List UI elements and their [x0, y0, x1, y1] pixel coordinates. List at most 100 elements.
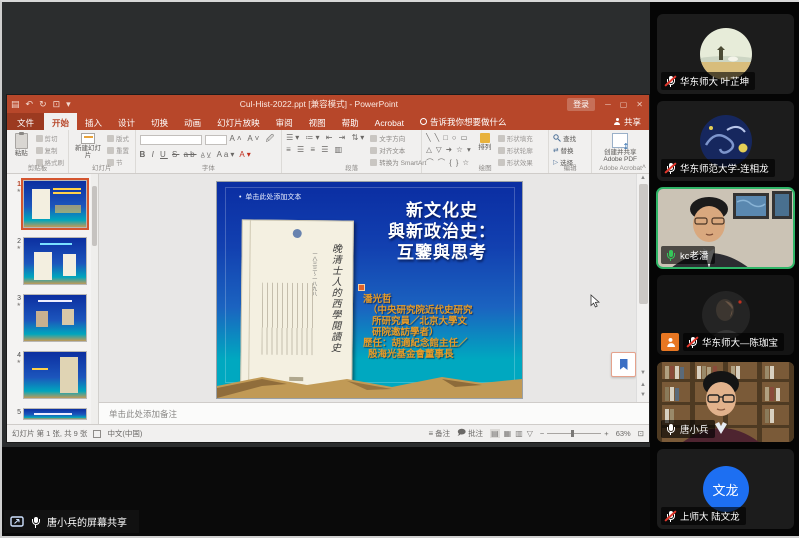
spellcheck-icon[interactable] — [93, 430, 101, 438]
create-pdf-button[interactable]: 创建并共享 Adobe PDF — [596, 133, 644, 163]
prev-next-slide-buttons[interactable]: ▲▼ — [637, 380, 649, 400]
zoom-knob[interactable] — [571, 430, 574, 437]
restore-button[interactable]: ▢ — [620, 100, 628, 109]
participant-tile[interactable]: 华东师大—陈珈宝 — [657, 275, 794, 355]
slideshow-view-icon[interactable]: ▽ — [527, 429, 533, 438]
notes-toggle-button[interactable]: ≡备注 — [429, 428, 451, 439]
group-label-acrobat: Adobe Acrobat — [592, 165, 649, 172]
participant-tile-speaking[interactable]: kc老潘 — [657, 188, 794, 268]
paragraph-controls: ☰▾ ≔▾ ⇤ ⇥ ⇅▾ ≡ ☰ ≡ ☰ ▥ — [286, 133, 366, 163]
slide-thumbnail[interactable] — [23, 408, 87, 420]
person-icon — [614, 118, 621, 125]
thumbnail-scrollbar[interactable] — [91, 174, 98, 424]
new-slide-button[interactable]: 新建幻灯片 — [73, 133, 103, 163]
slide-thumbnail[interactable] — [23, 237, 87, 285]
bookmark-icon — [620, 359, 628, 370]
zoom-percentage[interactable]: 63% — [616, 429, 631, 438]
slide-body-text[interactable]: 潘光哲 （中央研究院近代史研究 所研究員／北京大學文 研院邀訪學者） 歷任：胡適… — [363, 294, 521, 360]
normal-view-icon[interactable]: ▤ — [490, 429, 500, 438]
tab-file[interactable]: 文件 — [7, 113, 44, 130]
font-controls: A˄ A˅ 🖉 B I U S ab A̲V̲ Aa▾ A▾ — [140, 133, 277, 163]
paste-icon — [15, 133, 28, 149]
grow-shrink-font-buttons[interactable]: A˄ A˅ 🖉 — [230, 133, 277, 147]
share-button[interactable]: 共享 — [606, 113, 649, 130]
text-direction-button[interactable]: 文字方向 — [370, 133, 426, 143]
language-indicator[interactable]: 中文(中国) — [107, 428, 142, 439]
font-style-buttons[interactable]: B I U S ab A̲V̲ Aa▾ — [140, 150, 237, 159]
thumb-art — [38, 300, 72, 302]
shape-fill-button[interactable]: 形状填充 — [498, 133, 533, 143]
slide-1[interactable]: • 单击此处添加文本 晚清士人的西學閱讀史 一八三三～一八九八 新文化史 與新政… — [217, 182, 522, 398]
font-name-box[interactable] — [140, 135, 202, 145]
comments-toggle-button[interactable]: 🗩批注 — [457, 427, 483, 441]
animation-star-icon: ★ — [9, 245, 21, 251]
tab-transitions[interactable]: 切换 — [143, 113, 176, 130]
save-icon[interactable]: ▤ — [11, 99, 20, 110]
tab-acrobat[interactable]: Acrobat — [367, 113, 412, 130]
sign-in-button[interactable]: 登录 — [567, 98, 595, 111]
slideshow-icon[interactable]: ⊡ — [53, 99, 61, 110]
replace-button[interactable]: ⇄替换 — [553, 145, 576, 155]
zoom-in-icon[interactable]: + — [604, 429, 608, 438]
fit-to-window-icon[interactable]: ⊡ — [638, 429, 644, 438]
paste-button[interactable]: 粘贴 — [11, 133, 32, 163]
tab-design[interactable]: 设计 — [110, 113, 143, 130]
undo-icon[interactable]: ↶ — [26, 99, 34, 110]
layout-button[interactable]: 版式 — [107, 133, 129, 143]
canvas-scrollbar[interactable]: ▲ ▼ ▲▼ — [636, 174, 649, 402]
slide-thumbnail[interactable] — [23, 351, 87, 399]
slide-thumbnail[interactable] — [23, 180, 87, 228]
font-size-box[interactable] — [205, 135, 227, 145]
zoom-track[interactable] — [547, 433, 601, 434]
new-slide-label: 新建幻灯片 — [73, 145, 103, 159]
bookmark-popup-button[interactable] — [611, 352, 636, 377]
tab-insert[interactable]: 插入 — [77, 113, 110, 130]
group-acrobat: 创建并共享 Adobe PDF Adobe Acrobat — [592, 130, 649, 173]
tab-view[interactable]: 视图 — [301, 113, 334, 130]
title-line: 新文化史 — [367, 200, 517, 221]
redo-icon[interactable]: ↻ — [39, 99, 47, 110]
scrollbar-thumb[interactable] — [639, 184, 648, 304]
shapes-gallery[interactable]: ╲ ╲ □ ○ ▭ △ ▽ ➜ ☆ ▾ ⌒ ⌒ { } ☆ — [426, 133, 472, 163]
minimize-button[interactable]: ─ — [605, 100, 611, 109]
tab-review[interactable]: 审阅 — [268, 113, 301, 130]
participant-tile[interactable]: 文龙 上师大 陆文龙 — [657, 449, 794, 529]
slide-thumbnail[interactable] — [23, 294, 87, 342]
zoom-out-icon[interactable]: − — [540, 429, 544, 438]
participant-nameplate: 华东师大 叶芷坤 — [661, 72, 755, 90]
scroll-up-icon[interactable]: ▲ — [637, 175, 649, 181]
reading-view-icon[interactable]: ▥ — [515, 429, 523, 438]
slide-canvas: • 单击此处添加文本 晚清士人的西學閱讀史 一八三三～一八九八 新文化史 與新政… — [99, 174, 649, 424]
tab-slideshow[interactable]: 幻灯片放映 — [209, 113, 268, 130]
participant-tile[interactable]: 唐小兵 — [657, 362, 794, 442]
tab-home[interactable]: 开始 — [44, 113, 77, 130]
tab-animations[interactable]: 动画 — [176, 113, 209, 130]
slide-sorter-view-icon[interactable]: ▦ — [504, 429, 512, 438]
list-buttons[interactable]: ☰▾ ≔▾ ⇤ ⇥ ⇅▾ — [286, 133, 366, 142]
screen-share-label: 唐小兵的屏幕共享 — [47, 514, 127, 529]
collapse-ribbon-icon[interactable]: ˄ — [642, 164, 646, 171]
reset-button[interactable]: 重置 — [107, 145, 129, 155]
text-placeholder[interactable]: • 单击此处添加文本 — [239, 192, 301, 202]
thumbnail-row-5: 5 — [9, 408, 98, 420]
zoom-slider[interactable]: − + — [540, 429, 609, 438]
find-button[interactable]: 查找 — [553, 133, 576, 143]
tab-help[interactable]: 帮助 — [334, 113, 367, 130]
copy-button[interactable]: 复制 — [36, 145, 65, 155]
tell-me-box[interactable]: 告诉我你想要做什么 — [412, 113, 515, 130]
arrange-button[interactable]: 排列 — [476, 133, 494, 163]
participant-tile[interactable]: 华东师大 叶芷坤 — [657, 14, 794, 94]
close-button[interactable]: ✕ — [636, 100, 643, 109]
align-buttons[interactable]: ≡ ☰ ≡ ☰ ▥ — [286, 145, 344, 154]
participant-tile[interactable]: 华东师范大学-连相龙 — [657, 101, 794, 181]
slide-title[interactable]: 新文化史 與新政治史： 互鑒與思考 — [367, 200, 517, 263]
align-text-button[interactable]: 对齐文本 — [370, 145, 426, 155]
font-color-button[interactable]: A▾ — [239, 150, 252, 159]
shape-outline-button[interactable]: 形状轮廓 — [498, 145, 533, 155]
tell-me-label: 告诉我你想要做什么 — [430, 116, 507, 128]
scroll-down-icon[interactable]: ▼ — [637, 370, 649, 376]
cut-button[interactable]: 剪切 — [36, 133, 65, 143]
arrange-icon — [480, 133, 490, 143]
participant-name: 上师大 陆文龙 — [680, 509, 740, 523]
notes-pane[interactable]: 单击此处添加备注 — [99, 402, 649, 424]
